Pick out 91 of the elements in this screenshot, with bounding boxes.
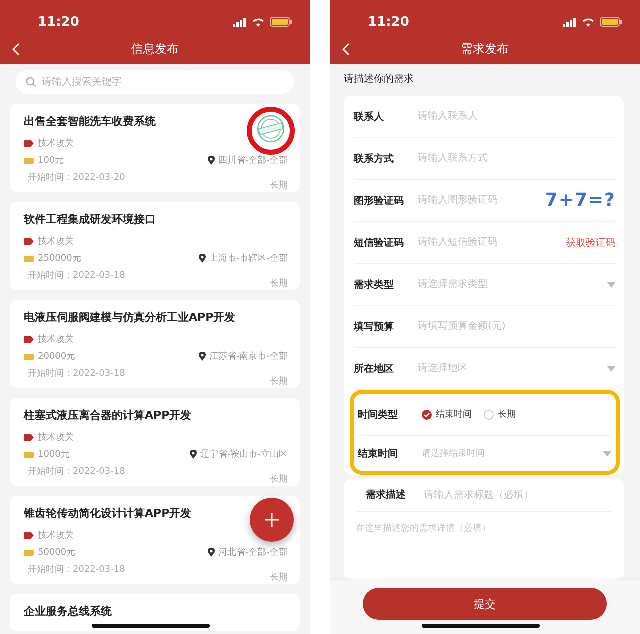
input-field[interactable]: 请输入短信验证码 [418,237,560,248]
status-time: 11:20 [368,14,410,30]
tag-icon [24,238,34,245]
field-label: 所在地区 [354,362,395,376]
listing-duration: 长期 [269,572,288,584]
select-field[interactable]: 请选择需求类型 [418,279,601,290]
location-pin-icon [198,254,206,263]
listing-title: 软件工程集成研发环境接口 [24,212,156,227]
listing-card[interactable]: 企业服务总线系统 [10,594,300,631]
field-label: 需求类型 [354,278,395,292]
screen-title: 信息发布 [131,40,179,58]
tag-icon [24,336,34,343]
listing-budget: 250000元 [38,253,82,265]
radio-option[interactable]: 长期 [484,408,516,421]
status-time: 11:20 [38,14,80,30]
listing-start-date: 开始时间：2022-03-18 [27,564,126,576]
wifi-icon [582,17,595,27]
back-icon[interactable] [342,43,350,56]
listing-card[interactable]: 电液压伺服阀建模与仿真分析工业APP开发 技术攻关 20000元 江苏省-南京市-全部 开始时间：2022-03-18 长期 [10,300,300,388]
tag-icon [24,434,34,441]
listing-tag: 技术攻关 [38,333,74,346]
listing-budget: 50000元 [38,547,76,559]
listing-title: 锥齿轮传动简化设计计算APP开发 [24,506,192,521]
field-label: 需求描述 [366,488,407,502]
listing-tag: 技术攻关 [38,137,74,150]
plus-icon [265,513,279,527]
listing-duration: 长期 [269,180,288,192]
wifi-icon [252,17,265,27]
field-label: 结束时间 [358,448,399,460]
back-icon[interactable] [12,43,20,56]
listing-location: 上海市-市辖区-全部 [210,252,288,265]
radio-option[interactable]: 结束时间 [422,408,472,421]
location-pin-icon [190,450,196,459]
wallet-icon [24,549,34,556]
listing-duration: 长期 [269,376,288,388]
wallet-icon [24,255,34,262]
wallet-icon [24,353,34,360]
get-code-link[interactable]: 获取验证码 [566,236,616,250]
listing-tag: 技术攻关 [38,235,74,248]
listing-card[interactable]: 锥齿轮传动简化设计计算APP开发 技术攻关 50000元 河北省-全部-全部 开始时间：2022-03-18 长期 [10,496,300,584]
listing-start-date: 开始时间：2022-03-18 [27,270,126,282]
submit-button[interactable]: 提交 [363,588,607,620]
search-icon [26,76,37,88]
dropdown-arrow-icon [603,450,612,456]
field-label: 联系方式 [354,152,395,166]
field-label: 填写预算 [354,320,395,334]
listing-budget: 1000元 [38,449,70,461]
listing-location: 辽宁省-鞍山市-立山区 [200,448,288,461]
location-pin-icon [198,352,206,361]
listing-tag: 技术攻关 [38,431,74,444]
listing-start-date: 开始时间：2022-03-20 [27,172,126,184]
tag-icon [24,140,34,147]
field-label: 时间类型 [358,408,399,422]
tag-icon [24,532,34,539]
section-label: 请描述你的需求 [344,72,415,87]
listing-budget: 100元 [38,155,64,167]
listing-card[interactable]: 柱塞式液压离合器的计算APP开发 技术攻关 1000元 辽宁省-鞍山市-立山区 开始时间：2022-03-18 长期 [10,398,300,486]
input-field[interactable]: 请输入联系人 [418,111,616,122]
dropdown-arrow-icon [607,366,616,372]
listing-location: 河北省-全部-全部 [218,546,288,559]
listing-duration: 长期 [269,474,288,486]
battery-icon [600,17,622,27]
field-label: 图形验证码 [354,194,405,208]
listing-title: 企业服务总线系统 [24,604,112,619]
title-input-field[interactable]: 请输入需求标题（必填） [424,490,612,500]
signal-icon [233,18,247,26]
listing-title: 出售全套智能洗车收费系统 [24,114,156,129]
listing-title: 柱塞式液压离合器的计算APP开发 [24,408,192,423]
input-field[interactable]: 请输入图形验证码 [418,195,540,206]
dropdown-arrow-icon [607,282,616,288]
field-label: 联系人 [354,110,385,124]
wallet-icon [24,451,34,458]
listing-title: 电液压伺服阀建模与仿真分析工业APP开发 [24,310,236,325]
listing-location: 四川省-全部-全部 [218,154,288,167]
listing-duration: 长期 [269,278,288,290]
listing-start-date: 开始时间：2022-03-18 [27,466,126,478]
screen-title: 需求发布 [461,40,509,58]
wallet-icon [24,157,34,164]
listing-card[interactable]: 软件工程集成研发环境接口 技术攻关 250000元 上海市-市辖区-全部 开始时间：2022-03-18 长期 [10,202,300,290]
location-pin-icon [208,548,214,557]
signal-icon [563,18,577,26]
listing-card[interactable]: 出售全套智能洗车收费系统 技术攻关 100元 四川省-全部-全部 开始时间：2022-03-20 长期 [10,104,300,192]
listing-location: 江苏省-南京市-全部 [210,350,288,363]
listing-start-date: 开始时间：2022-03-18 [27,368,126,380]
listing-budget: 20000元 [38,351,76,363]
field-label: 短信验证码 [354,236,405,250]
select-field[interactable]: 请选择地区 [418,363,601,374]
location-pin-icon [208,156,214,165]
captcha-image[interactable]: 7+7=? [545,190,616,211]
battery-icon [270,17,292,27]
listing-tag: 技术攻关 [38,529,74,542]
